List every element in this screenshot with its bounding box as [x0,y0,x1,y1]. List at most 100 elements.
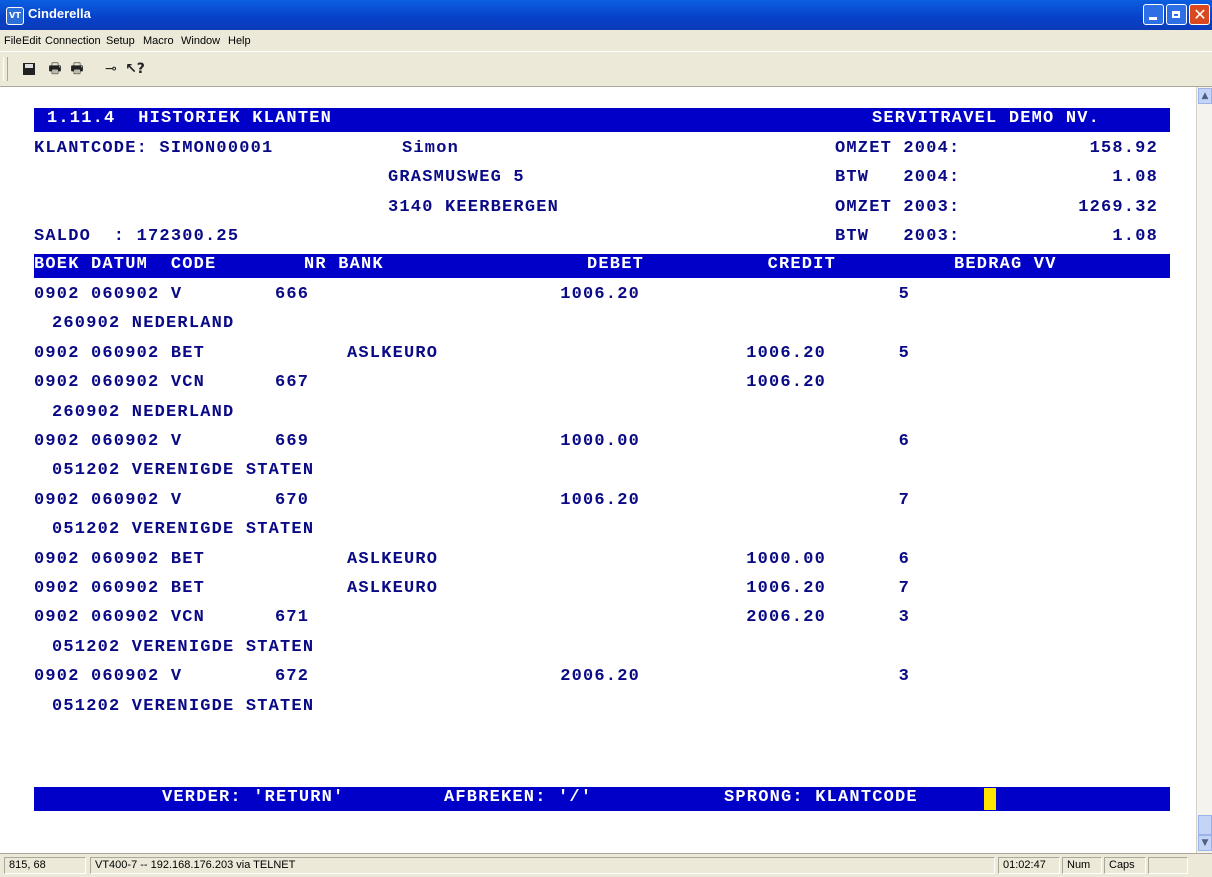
toolbar-grip [3,57,8,81]
stat-value: 1.08 [1112,227,1158,246]
row-bank: ASLKEURO [347,344,439,363]
row-boek-datum-code: 0902 060902 V [34,667,183,686]
col-bedrag-vv: BEDRAG VV [954,255,1057,274]
row-debet [520,373,640,397]
row-nr: 666 [275,285,310,304]
col-debet: DEBET [586,255,644,274]
row-ref: 7 [898,491,910,510]
row-debet [520,344,640,368]
row-credit: 1006.20 [746,344,826,363]
status-pane-empty [1148,857,1188,874]
menu-connection[interactable]: Connection [45,35,101,47]
row-debet [520,608,640,632]
row-ref: 5 [898,285,910,304]
stat-value: 1.08 [1112,168,1158,187]
company-name: SERVITRAVEL DEMO NV. [872,109,1101,128]
row-boek-datum-code: 0902 060902 VCN [34,373,206,392]
sprong-hint: SPRONG: KLANTCODE [724,788,918,807]
row-boek-datum-code: 0902 060902 V [34,285,183,304]
vertical-scrollbar[interactable]: ▲ ▼ [1196,87,1212,853]
menu-file[interactable]: File [4,35,22,47]
row-bank: ASLKEURO [347,579,439,598]
stat-label: BTW 2003: [835,227,961,246]
row-credit [706,491,826,515]
app-icon[interactable]: VT [6,7,24,25]
customer-city: 3140 KEERBERGEN [388,198,560,217]
scroll-down-icon[interactable]: ▼ [1198,835,1212,851]
row-boek-datum-code: 0902 060902 BET [34,344,206,363]
menu-help[interactable]: Help [228,35,251,47]
connection-status: VT400-7 -- 192.168.176.203 via TELNET [90,857,995,874]
clock: 01:02:47 [998,857,1060,874]
maximize-button[interactable] [1166,4,1187,25]
scroll-thumb[interactable] [1198,815,1212,835]
row-debet [520,579,640,603]
menu-setup[interactable]: Setup [106,35,135,47]
minimize-button[interactable] [1143,4,1164,25]
print-setup-icon[interactable]: 🖶 [66,59,88,79]
help-pointer-icon[interactable]: ↖? [124,59,146,79]
toolbar: 🖶 🖶 ⊸ ↖? [0,51,1212,87]
col-boek-datum-code: BOEK DATUM CODE [34,255,217,274]
row-description: 051202 VERENIGDE STATEN [52,638,315,657]
afbreken-hint: AFBREKEN: '/' [444,788,593,807]
row-credit: 1006.20 [746,579,826,598]
row-boek-datum-code: 0902 060902 BET [34,579,206,598]
stat-value: 158.92 [1089,139,1158,158]
status-bar: 815, 68 VT400-7 -- 192.168.176.203 via T… [0,853,1212,877]
connect-icon[interactable]: ⊸ [100,59,122,79]
close-button[interactable]: ✕ [1189,4,1210,25]
menu-edit[interactable]: Edit [22,35,41,47]
row-credit: 2006.20 [746,608,826,627]
row-boek-datum-code: 0902 060902 VCN [34,608,206,627]
row-description: 260902 NEDERLAND [52,314,235,333]
row-debet: 1006.20 [560,491,640,510]
menu-macro[interactable]: Macro [143,35,174,47]
stat-label: OMZET 2004: [835,139,961,158]
minimize-icon [1149,17,1157,20]
row-credit [706,432,826,456]
row-boek-datum-code: 0902 060902 BET [34,550,206,569]
row-credit: 1006.20 [746,373,826,392]
row-nr: 672 [275,667,310,686]
window-title: Cinderella [28,6,91,21]
row-description: 260902 NEDERLAND [52,403,235,422]
row-nr: 669 [275,432,310,451]
row-ref: 6 [898,550,910,569]
row-ref: 6 [898,432,910,451]
stat-value: 1269.32 [1078,198,1158,217]
row-debet: 1006.20 [560,285,640,304]
column-header-bar: BOEK DATUM CODE NR BANK DEBET CREDIT BED… [34,254,1170,278]
row-debet: 2006.20 [560,667,640,686]
verder-hint: VERDER: 'RETURN' [162,788,345,807]
row-nr: 670 [275,491,310,510]
save-icon[interactable] [18,59,40,79]
print-icon[interactable]: 🖶 [44,59,66,79]
saldo: SALDO : 172300.25 [34,227,240,246]
header-bar: 1.11.4 HISTORIEK KLANTEN SERVITRAVEL DEM… [34,108,1170,132]
terminal-screen[interactable]: 1.11.4 HISTORIEK KLANTEN SERVITRAVEL DEM… [0,87,1196,853]
row-credit [706,667,826,691]
row-description: 051202 VERENIGDE STATEN [52,520,315,539]
row-description: 051202 VERENIGDE STATEN [52,697,315,716]
col-nr-bank: NR BANK [304,255,384,274]
klantcode: KLANTCODE: SIMON00001 [34,139,274,158]
footer-bar: VERDER: 'RETURN' AFBREKEN: '/' SPRONG: K… [34,787,1170,811]
cursor-position: 815, 68 [4,857,86,874]
row-boek-datum-code: 0902 060902 V [34,491,183,510]
stat-label: BTW 2004: [835,168,961,187]
screen-title: 1.11.4 HISTORIEK KLANTEN [47,109,333,128]
input-cursor[interactable] [984,788,996,810]
restore-icon [1172,11,1180,18]
stat-label: OMZET 2003: [835,198,961,217]
menu-window[interactable]: Window [181,35,220,47]
customer-street: GRASMUSWEG 5 [388,168,525,187]
row-ref [880,373,910,397]
scroll-up-icon[interactable]: ▲ [1198,88,1212,104]
row-bank: ASLKEURO [347,550,439,569]
row-ref: 7 [898,579,910,598]
row-ref: 3 [898,608,910,627]
row-credit [706,285,826,309]
title-bar[interactable]: VT Cinderella ✕ [0,0,1212,30]
row-credit: 1000.00 [746,550,826,569]
